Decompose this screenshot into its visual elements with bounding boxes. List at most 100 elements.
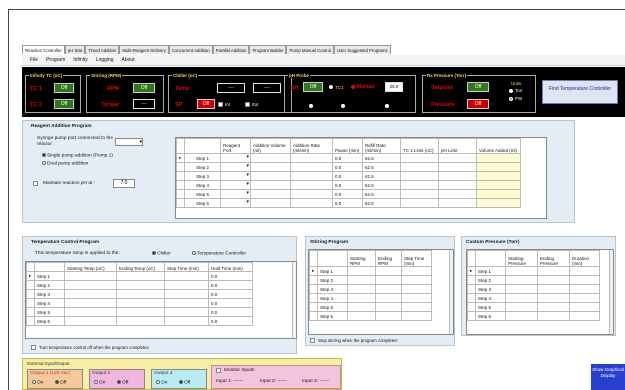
table-row[interactable]: Step 2	[309, 275, 432, 285]
table-row[interactable]: Step 2 0.0	[26, 280, 253, 290]
col-stir-step-time: Step Time (min)	[401, 250, 432, 267]
reagent-port-select[interactable]	[220, 162, 251, 172]
infinity-tc-group: Infinity TC (oC) TC 1 Off TC 2 Off	[25, 73, 81, 113]
maintain-ph-input[interactable]: 7.0	[113, 179, 135, 188]
table-row[interactable]: ▸ Step 1 0.0	[26, 271, 253, 281]
rpm-toggle[interactable]: Off	[133, 83, 155, 93]
stirring-program-table: Starting RPM Ending RPM Step Time (min) …	[308, 249, 454, 335]
tab-multi-reagent[interactable]: Multi-Reagent Delivery	[119, 45, 169, 54]
syringe-port-select[interactable]: ▾	[115, 138, 143, 146]
col-ending-temp: Ending Temp (oC)	[116, 262, 165, 272]
table-row[interactable]: Step 4	[309, 293, 432, 303]
table-row[interactable]: ▸ Step 1	[309, 266, 432, 276]
output3-off[interactable]: Off	[178, 380, 190, 385]
reagent-port-select[interactable]	[220, 198, 251, 208]
table-row[interactable]: Step 6	[309, 311, 432, 321]
reagent-port-select[interactable]	[220, 171, 251, 181]
status-bar: Infinity TC (oC) TC 1 Off TC 2 Off Stirr…	[22, 67, 625, 117]
psi-radio[interactable]	[509, 97, 513, 101]
output1-on[interactable]: On	[31, 380, 43, 385]
dual-pump-option[interactable]: Dual pump addition	[41, 161, 88, 166]
torr-radio[interactable]	[509, 89, 513, 93]
single-pump-option[interactable]: Single pump addition (Pump 1)	[41, 153, 113, 158]
maintain-ph-checkbox[interactable]	[33, 181, 38, 186]
table-row[interactable]: Step 4 0.0	[26, 298, 253, 308]
menu-file[interactable]: File	[30, 57, 38, 63]
tab-program-builder[interactable]: Program Builder	[249, 45, 287, 54]
stirring-table-scrollbar[interactable]	[449, 250, 453, 334]
menu-infinity[interactable]: Infinity	[73, 57, 87, 63]
tab-ph-stat[interactable]: pH Stat	[64, 45, 86, 54]
tab-timed-addition[interactable]: Timed Addition	[85, 45, 120, 54]
output2-on[interactable]: On	[93, 380, 105, 385]
table-row[interactable]: Step 5	[467, 302, 600, 312]
reagent-title: Reagent Addition Program	[31, 124, 92, 129]
menu-about[interactable]: About	[122, 57, 135, 63]
tab-pump-manual[interactable]: Pump Manual Control	[286, 45, 335, 54]
turn-off-temp-checkbox[interactable]	[31, 345, 36, 350]
menu-logging[interactable]: Logging	[96, 57, 114, 63]
table-row[interactable]: Step 6 0.0	[26, 316, 253, 326]
col-ending-pressure: Ending Pressure	[537, 250, 570, 267]
monitor-inputs-checkbox[interactable]	[216, 368, 221, 373]
temp-table-scrollbar[interactable]	[292, 262, 296, 338]
reagent-port-select[interactable]	[220, 180, 251, 190]
tc2-toggle[interactable]: Off	[54, 99, 74, 109]
external-io-title: External Input/Output	[27, 361, 70, 366]
ph-manual-radio[interactable]	[351, 85, 355, 89]
temperature-program-panel: Temperature Control Program This tempera…	[22, 236, 297, 354]
output2-off[interactable]: Off	[116, 380, 128, 385]
table-row[interactable]: Step 2	[467, 275, 600, 285]
ph-manual-input[interactable]: 25.0	[385, 82, 403, 92]
input1-readout: Input 1: ------	[216, 379, 243, 384]
output3-on[interactable]: On	[155, 380, 167, 385]
setpoint-toggle[interactable]: Off	[467, 82, 489, 92]
temp-controller-option[interactable]: Temperature Controller	[191, 251, 246, 256]
tab-parallel-addition[interactable]: Parallel Addition	[212, 45, 250, 54]
show-graphical-display-button[interactable]: Show Graphical Display	[591, 364, 625, 390]
reagent-port-select[interactable]	[220, 153, 251, 163]
table-row[interactable]: Step 3	[467, 284, 600, 294]
tab-reaction-controller[interactable]: Reaction Controller	[22, 45, 65, 54]
table-row[interactable]: Step 40.062.5	[176, 180, 521, 190]
table-row[interactable]: Step 6	[467, 311, 600, 321]
output1-off[interactable]: Off	[54, 380, 66, 385]
pressure-table-scrollbar[interactable]	[609, 250, 613, 334]
ph-toggle[interactable]: Off	[303, 82, 323, 92]
col-tc1-limit: TC 1 Limit (oC)	[400, 138, 439, 154]
table-row[interactable]: Step 60.062.5	[176, 198, 521, 208]
chiller-option[interactable]: Chiller	[151, 251, 171, 256]
table-row[interactable]: ▸Step 10.062.5	[176, 153, 521, 163]
table-row[interactable]: Step 4	[467, 293, 600, 303]
ph-tc1-radio[interactable]	[329, 85, 333, 89]
menu-bar: File Program Infinity Logging About	[22, 55, 625, 66]
ph-manual-label: Manual	[357, 84, 375, 90]
chiller-sp-toggle[interactable]: Off	[197, 99, 215, 109]
ph-indicator-1	[309, 104, 313, 108]
table-row[interactable]: ▸ Step 1	[467, 266, 600, 276]
find-temperature-controller-button[interactable]: Find Temperature Controller	[542, 80, 618, 104]
table-row[interactable]: Step 5	[309, 302, 432, 312]
table-row[interactable]: Step 50.062.5	[176, 189, 521, 199]
reagent-port-select[interactable]	[220, 189, 251, 199]
monitor-inputs-label: Monitor Inputs	[224, 368, 255, 373]
chiller-ext-checkbox[interactable]	[245, 102, 250, 107]
col-step-time: Step Time (min)	[164, 262, 209, 272]
pressure-toggle[interactable]: Off	[467, 99, 489, 109]
tab-user-suggested[interactable]: User Suggested Programs	[334, 45, 391, 54]
output3-label: Output 3	[154, 371, 173, 376]
external-io-panel: External Input/Output Output 1 (120 Vac)…	[22, 358, 342, 390]
stop-stirring-checkbox[interactable]	[310, 338, 315, 343]
table-row[interactable]: Step 30.062.5	[176, 171, 521, 181]
chiller-int-checkbox[interactable]	[218, 102, 223, 107]
tc1-toggle[interactable]: Off	[54, 83, 74, 93]
table-row[interactable]: Step 20.062.5	[176, 162, 521, 172]
tab-concurrent-addition[interactable]: Concurrent Addition	[168, 45, 213, 54]
table-row[interactable]: Step 3 0.0	[26, 289, 253, 299]
menu-program[interactable]: Program	[46, 57, 65, 63]
col-ending-rpm: Ending RPM	[375, 250, 402, 267]
infinity-tc-title: Infinity TC (oC)	[29, 73, 64, 78]
table-row[interactable]: Step 3	[309, 284, 432, 294]
ph-probe-group: pH Probe pH Off TC1 Manual 25.0	[284, 73, 416, 113]
table-row[interactable]: Step 5 0.0	[26, 307, 253, 317]
